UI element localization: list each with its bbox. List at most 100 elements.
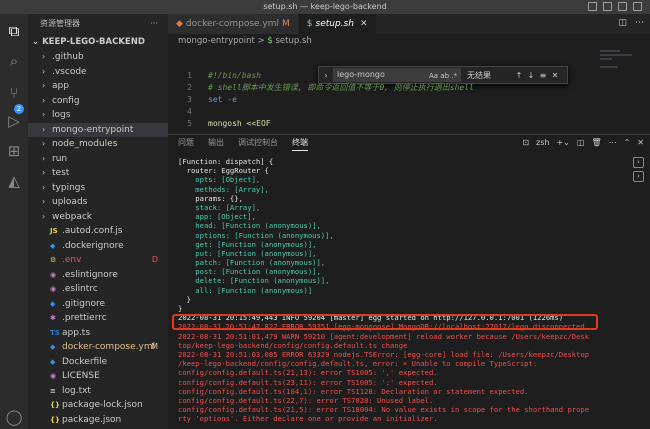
breadcrumb-separator: >	[257, 36, 265, 46]
terminal-line: all: [Function (anonymous)]	[178, 285, 313, 295]
terminal-line: config/config.default.ts(21,5): error TS…	[178, 405, 590, 415]
terminal-output[interactable]: [Function: dispatch] { router: EggRouter…	[178, 157, 634, 423]
workspace-root[interactable]: ⌄ KEEP-LEGO-BACKEND	[28, 34, 168, 50]
file-item[interactable]: {} package.json	[28, 413, 168, 428]
folder-item[interactable]: › uploads	[28, 195, 168, 210]
tab-output[interactable]: 输出	[208, 135, 224, 151]
file-item[interactable]: ◉ LICENSE	[28, 369, 168, 384]
account-icon[interactable]: ◯	[5, 408, 23, 426]
code-line: 1 #!/bin/bash	[168, 70, 650, 82]
explorer-sidebar: 资源管理器 ··· ⌄ KEEP-LEGO-BACKEND › .github ›.…	[28, 14, 168, 429]
chevron-right-icon: ›	[42, 95, 46, 105]
breadcrumb-file[interactable]: setup.sh	[276, 36, 312, 46]
more-actions-icon[interactable]: ···	[150, 14, 158, 34]
tree-item-label: docker-compose.yml	[62, 342, 156, 352]
source-control-icon[interactable]: ⑂	[5, 84, 23, 102]
folder-item[interactable]: › webpack	[28, 210, 168, 225]
terminal-line: config/config.default.ts(22,7): error TS…	[178, 395, 434, 405]
tree-item-label: app	[52, 81, 69, 91]
terminal-tab-icon[interactable]: ›	[633, 157, 644, 168]
terminal-line: top/keep-lego-backend/config/config.defa…	[178, 340, 408, 350]
folder-item[interactable]: › .github	[28, 50, 168, 65]
tab-terminal[interactable]: 终端	[292, 135, 308, 151]
git-status-badge: D	[151, 255, 158, 264]
folder-item[interactable]: › .vscode	[28, 65, 168, 80]
split-editor-icon[interactable]: ◫	[618, 18, 627, 28]
file-item[interactable]: ◉ .eslintignore	[28, 268, 168, 283]
folder-item[interactable]: › typings	[28, 181, 168, 196]
run-debug-icon[interactable]: ▷	[5, 112, 23, 130]
file-item[interactable]: ◆ .dockerignore	[28, 239, 168, 254]
terminal-line: methods: [Array],	[178, 184, 269, 194]
tree-item-label: .prettierrc	[62, 313, 107, 323]
new-terminal-icon[interactable]: +⌄	[556, 135, 569, 151]
code-editor[interactable]: 1 #!/bin/bash 2 # shell脚本中发生错误, 即命令返回值不等于0,…	[168, 70, 650, 130]
more-actions-icon[interactable]: ⋯	[609, 135, 617, 151]
file-item[interactable]: ⚙ .env D	[28, 253, 168, 268]
search-icon[interactable]: ⌕	[5, 52, 23, 70]
file-item[interactable]: ◆ .gitignore	[28, 297, 168, 312]
tree-item-label: .eslintignore	[62, 269, 118, 280]
terminal-line: post: [Function (anonymous)],	[178, 267, 321, 277]
chevron-right-icon: ›	[42, 168, 46, 177]
explorer-icon[interactable]: ⧉	[5, 22, 23, 40]
chevron-right-icon: ›	[42, 124, 46, 134]
tab-label: setup.sh	[315, 19, 354, 29]
chevron-down-icon: ⌄	[32, 37, 43, 47]
terminal-line: get: [Function (anonymous)],	[178, 239, 317, 249]
file-type-icon: ◆	[50, 357, 56, 366]
tree-item-label: test	[52, 168, 70, 178]
toggle-secondary-sidebar-icon[interactable]	[618, 2, 627, 11]
terminal-line: 2022-08-31 20:51:03,085 ERROR 63329 node…	[178, 349, 590, 359]
docker-icon[interactable]: ◭	[5, 172, 23, 190]
tab-docker-compose[interactable]: ◆ docker-compose.yml M	[168, 14, 299, 34]
terminal-line: stack: [Array],	[178, 202, 261, 212]
terminal-line: /keep-lego-backend/config/config.default…	[178, 359, 538, 369]
toggle-sidebar-icon[interactable]	[588, 2, 597, 11]
file-item[interactable]: JS .autod.conf.js	[28, 224, 168, 239]
tab-debug-console[interactable]: 调试控制台	[238, 135, 278, 151]
folder-item[interactable]: › run	[28, 152, 168, 167]
file-item[interactable]: ◉ .eslintrc	[28, 282, 168, 297]
folder-item[interactable]: › test	[28, 166, 168, 181]
code-text: #!/bin/bash	[208, 71, 261, 80]
line-number: 1	[187, 71, 192, 80]
terminal-tab-icon[interactable]: ›	[633, 171, 644, 182]
folder-item[interactable]: › logs	[28, 108, 168, 123]
file-item[interactable]: TS app.ts	[28, 326, 168, 341]
shell-file-icon: $	[306, 19, 313, 29]
file-item[interactable]: {} package-lock.json	[28, 398, 168, 413]
file-item[interactable]: ≡ log.txt	[28, 384, 168, 399]
chevron-right-icon: ›	[42, 153, 46, 163]
toggle-panel-icon[interactable]	[603, 2, 612, 11]
file-item[interactable]: ◆ Dockerfile	[28, 355, 168, 370]
editor-area: ◆ docker-compose.yml M $ setup.sh ✕ ◫ ⋯ mong…	[168, 14, 650, 134]
extensions-icon[interactable]: ⊞	[5, 142, 23, 160]
folder-item[interactable]: › config	[28, 94, 168, 109]
trash-icon[interactable]: 🗑	[591, 135, 601, 151]
tree-item-label: .vscode	[52, 66, 87, 77]
customize-layout-icon[interactable]	[633, 2, 642, 11]
shell-name[interactable]: zsh	[536, 135, 549, 151]
folder-item[interactable]: › node_modules	[28, 137, 168, 152]
terminal-line: options: [Function (anonymous)],	[178, 230, 334, 240]
terminal-line: params: {},	[178, 193, 243, 203]
file-item[interactable]: ✱ .prettierrc	[28, 311, 168, 326]
tab-setup-sh[interactable]: $ setup.sh ✕	[298, 14, 377, 34]
file-item[interactable]: ◆ docker-compose.yml M	[28, 340, 168, 355]
close-icon[interactable]: ✕	[360, 19, 368, 29]
breadcrumb-folder[interactable]: mongo-entrypoint	[178, 36, 255, 46]
folder-item[interactable]: › app	[28, 79, 168, 94]
layout-controls	[588, 2, 642, 11]
tree-item-label: .dockerignore	[62, 240, 124, 251]
tree-item-label: package-lock.json	[62, 400, 143, 410]
maximize-panel-icon[interactable]: ⌃	[624, 135, 631, 151]
file-type-icon: ⚙	[50, 256, 57, 264]
split-terminal-icon[interactable]: ◫	[577, 135, 585, 151]
tree-item-label: uploads	[52, 197, 88, 207]
folder-item[interactable]: › mongo-entrypoint	[28, 122, 168, 137]
tree-item-label: .eslintrc	[62, 284, 98, 294]
more-actions-icon[interactable]: ⋯	[635, 18, 644, 28]
tab-problems[interactable]: 问题	[178, 135, 194, 151]
close-icon[interactable]: ✕	[637, 135, 644, 151]
